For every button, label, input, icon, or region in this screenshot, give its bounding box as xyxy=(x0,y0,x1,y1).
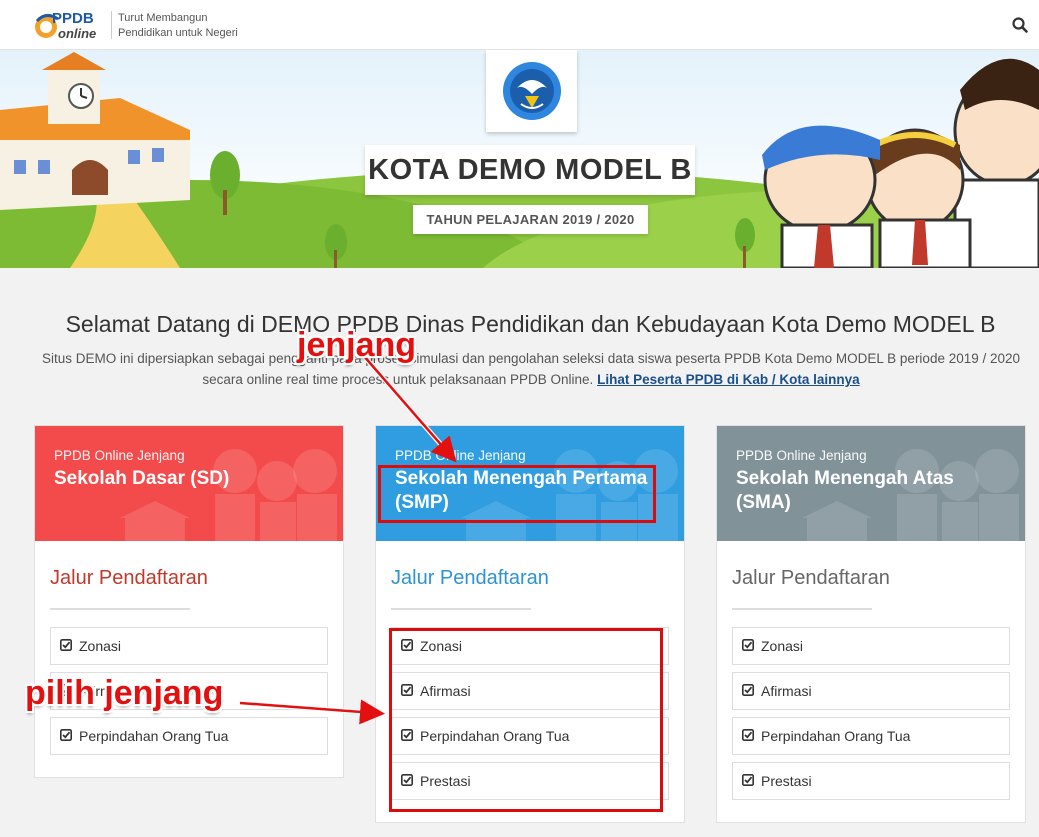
welcome-desc-part2: secara online real time process untuk pe… xyxy=(202,372,594,387)
svg-text:PPDB: PPDB xyxy=(52,10,94,27)
welcome-desc-part1: Situs DEMO ini dipersiapkan sebagai peng… xyxy=(41,351,1021,366)
sma-jalur-zonasi[interactable]: Zonasi xyxy=(732,627,1010,665)
other-region-link[interactable]: Lihat Peserta PPDB di Kab / Kota lainnya xyxy=(597,372,860,387)
tagline-line1: Turut Membangun xyxy=(118,12,208,24)
jalur-label: Afirmasi xyxy=(761,683,812,699)
check-square-icon xyxy=(60,639,72,651)
check-square-icon xyxy=(60,729,72,741)
card-sma-jalur-title: Jalur Pendaftaran xyxy=(732,567,890,589)
academic-year-badge: TAHUN PELAJARAN 2019 / 2020 xyxy=(413,205,648,234)
city-title: KOTA DEMO MODEL B xyxy=(365,145,695,195)
jalur-label: Zonasi xyxy=(79,638,122,654)
card-sma-subtitle: PPDB Online Jenjang xyxy=(736,448,867,463)
check-square-icon xyxy=(742,639,754,651)
sma-jalur-perpindahan[interactable]: Perpindahan Orang Tua xyxy=(732,717,1010,755)
jalur-label: Prestasi xyxy=(761,773,812,789)
sma-jalur-prestasi[interactable]: Prestasi xyxy=(732,762,1010,800)
card-smp-subtitle: PPDB Online Jenjang xyxy=(395,448,526,463)
check-square-icon xyxy=(742,729,754,741)
sd-jalur-zonasi[interactable]: Zonasi xyxy=(50,627,328,665)
card-sd-subtitle: PPDB Online Jenjang xyxy=(54,448,185,463)
sma-jalur-afirmasi[interactable]: Afirmasi xyxy=(732,672,1010,710)
welcome-description: Situs DEMO ini dipersiapkan sebagai peng… xyxy=(40,348,1022,390)
card-smp-jalur-title: Jalur Pendaftaran xyxy=(391,567,549,589)
logo-divider xyxy=(111,11,112,39)
welcome-heading: Selamat Datang di DEMO PPDB Dinas Pendid… xyxy=(65,311,996,337)
jalur-label: Perpindahan Orang Tua xyxy=(761,728,911,744)
hero-banner: KOTA DEMO MODEL B TAHUN PELAJARAN 2019 /… xyxy=(0,50,1039,268)
top-navbar: PPDB online Turut Membangun Pendidikan u… xyxy=(0,0,1039,50)
divider xyxy=(391,608,531,610)
check-square-icon xyxy=(742,684,754,696)
ppdb-online-logo[interactable]: PPDB online xyxy=(34,7,106,43)
highlight-box-smp-title xyxy=(378,465,656,523)
highlight-box-smp-jalur xyxy=(389,628,663,812)
divider xyxy=(732,608,872,610)
card-sma-header[interactable]: PPDB Online Jenjang Sekolah Menengah Ata… xyxy=(717,426,1025,541)
annotation-pilih-jenjang: pilih jenjang xyxy=(25,674,224,712)
card-sd-header[interactable]: PPDB Online Jenjang Sekolah Dasar (SD) xyxy=(35,426,343,541)
card-sd-jalur-title: Jalur Pendaftaran xyxy=(50,567,208,589)
jalur-label: Zonasi xyxy=(761,638,804,654)
tagline: Turut Membangun Pendidikan untuk Negeri xyxy=(118,11,238,41)
card-sd-title: Sekolah Dasar (SD) xyxy=(54,468,230,489)
jalur-label: Perpindahan Orang Tua xyxy=(79,728,229,744)
tagline-line2: Pendidikan untuk Negeri xyxy=(118,27,238,39)
search-icon[interactable] xyxy=(1011,16,1029,34)
annotation-jenjang: jenjang xyxy=(297,326,417,364)
tut-wuri-handayani-emblem xyxy=(486,50,577,132)
card-sd: PPDB Online Jenjang Sekolah Dasar (SD) J… xyxy=(34,425,344,778)
card-sma: PPDB Online Jenjang Sekolah Menengah Ata… xyxy=(716,425,1026,823)
svg-text:online: online xyxy=(58,26,96,41)
divider xyxy=(50,608,190,610)
card-sma-title: Sekolah Menengah Atas (SMA) xyxy=(736,468,954,513)
check-square-icon xyxy=(742,774,754,786)
emblem-icon xyxy=(502,62,561,120)
sd-jalur-perpindahan[interactable]: Perpindahan Orang Tua xyxy=(50,717,328,755)
